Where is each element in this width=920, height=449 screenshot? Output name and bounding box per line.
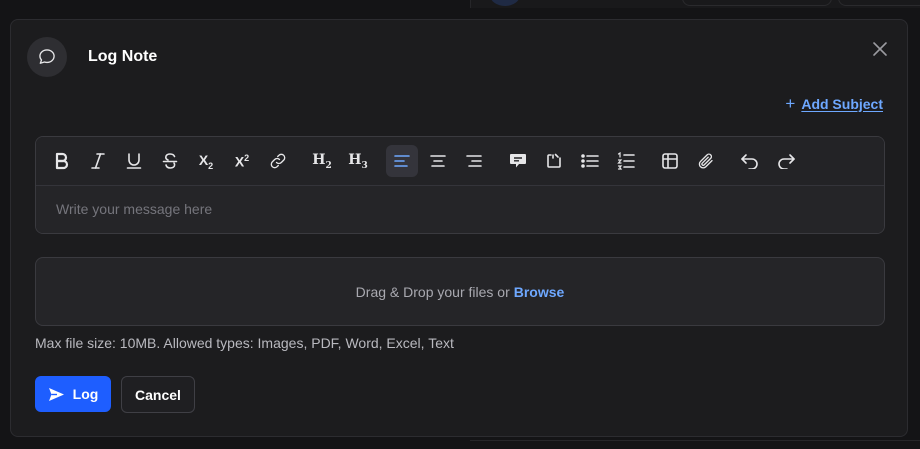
- callout-icon[interactable]: [538, 145, 570, 177]
- link-icon[interactable]: [262, 145, 294, 177]
- heading-3-digit: 3: [361, 160, 368, 171]
- file-constraints-hint: Max file size: 10MB. Allowed types: Imag…: [35, 335, 454, 351]
- cancel-button[interactable]: Cancel: [121, 376, 195, 413]
- send-icon: [48, 387, 64, 401]
- italic-icon[interactable]: [82, 145, 114, 177]
- paperclip-icon[interactable]: [690, 145, 722, 177]
- add-subject-label: Add Subject: [801, 95, 883, 112]
- heading-2-letter: H: [312, 151, 326, 168]
- strikethrough-icon[interactable]: [154, 145, 186, 177]
- bullet-list-icon[interactable]: [574, 145, 606, 177]
- log-note-modal: Log Note + Add Subject X2 X2 H2 H3 Write…: [10, 19, 908, 437]
- undo-icon[interactable]: [734, 145, 766, 177]
- superscript-digit: 2: [244, 152, 250, 163]
- chat-bubble-icon: [27, 37, 67, 77]
- heading-2-digit: 2: [325, 160, 332, 171]
- heading-2-button[interactable]: H2: [306, 145, 338, 177]
- table-icon[interactable]: [654, 145, 686, 177]
- message-input[interactable]: Write your message here: [36, 186, 884, 233]
- rich-text-editor: X2 X2 H2 H3 Write your message here: [35, 136, 885, 234]
- editor-toolbar: X2 X2 H2 H3: [36, 137, 884, 186]
- log-button[interactable]: Log: [35, 376, 111, 412]
- close-icon[interactable]: [871, 40, 889, 58]
- bold-icon[interactable]: [46, 145, 78, 177]
- background-pill: [682, 0, 832, 6]
- align-center-icon[interactable]: [422, 145, 454, 177]
- underline-icon[interactable]: [118, 145, 150, 177]
- align-right-icon[interactable]: [458, 145, 490, 177]
- redo-icon[interactable]: [770, 145, 802, 177]
- numbered-list-icon[interactable]: [610, 145, 642, 177]
- comment-icon[interactable]: [502, 145, 534, 177]
- modal-title: Log Note: [88, 48, 158, 65]
- background-divider: [470, 440, 920, 441]
- dropzone-text: Drag & Drop your files or: [355, 283, 510, 300]
- superscript-letter: X: [234, 153, 245, 170]
- file-dropzone[interactable]: Drag & Drop your files or Browse: [35, 257, 885, 326]
- subscript-digit: 2: [208, 160, 214, 171]
- subscript-icon[interactable]: X2: [190, 145, 222, 177]
- subscript-letter: X: [198, 151, 209, 168]
- heading-3-button[interactable]: H3: [342, 145, 374, 177]
- plus-icon: +: [785, 94, 796, 113]
- add-subject-button[interactable]: + Add Subject: [785, 95, 883, 112]
- background-pill: [838, 0, 920, 6]
- log-button-label: Log: [72, 386, 99, 402]
- heading-3-letter: H: [348, 151, 362, 168]
- superscript-icon[interactable]: X2: [226, 145, 258, 177]
- browse-link[interactable]: Browse: [514, 284, 565, 300]
- align-left-icon[interactable]: [386, 145, 418, 177]
